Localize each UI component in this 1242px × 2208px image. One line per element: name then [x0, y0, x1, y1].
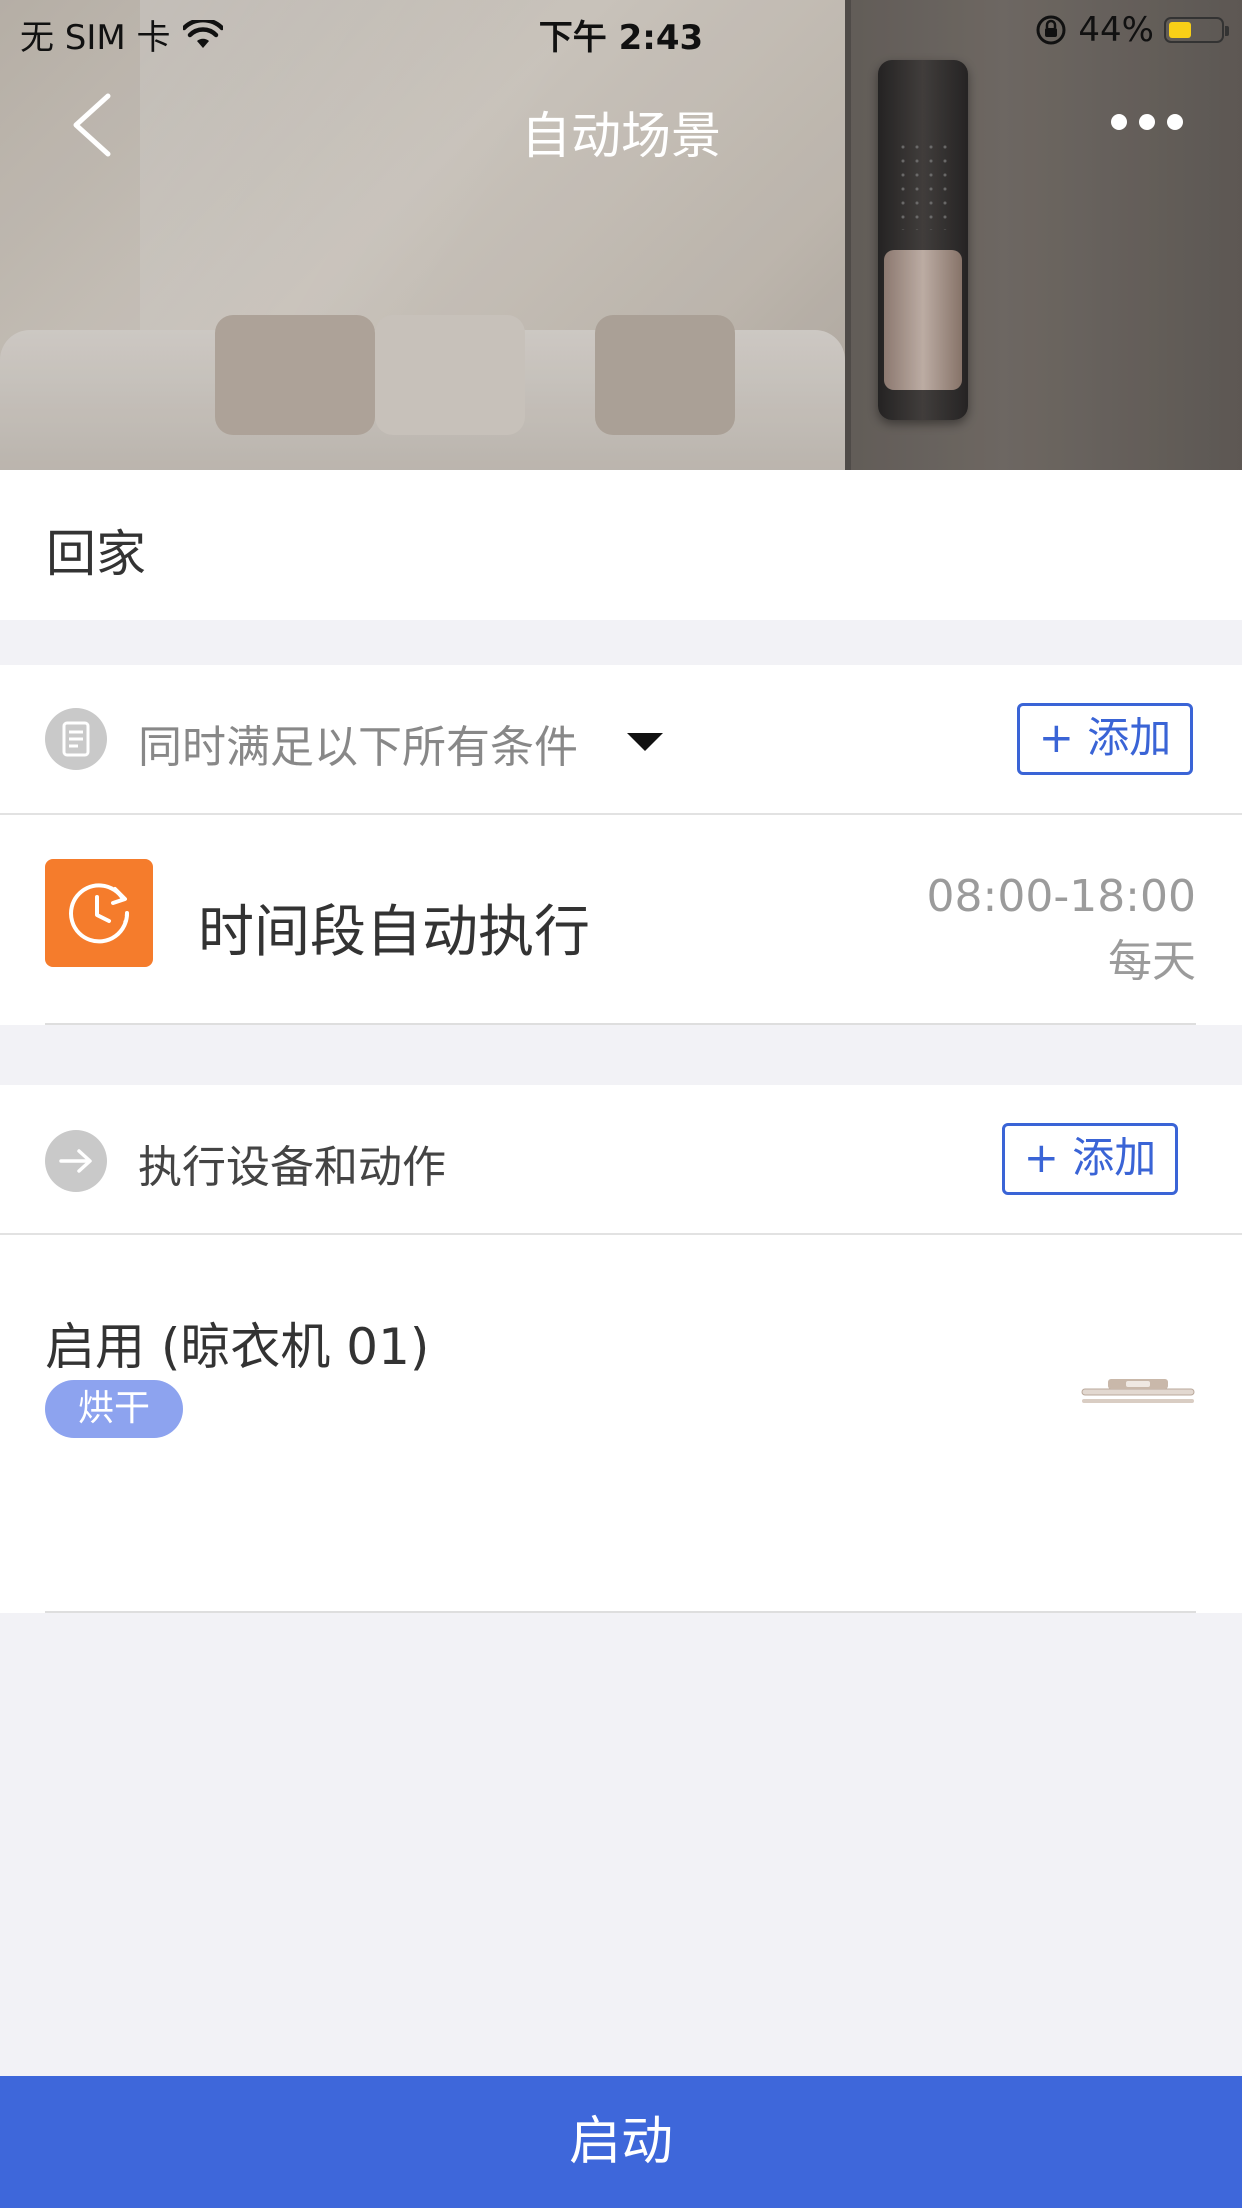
- header-background-image: [0, 0, 1242, 470]
- condition-time-range: 08:00-18:00: [926, 871, 1196, 922]
- actions-header-label: 执行设备和动作: [138, 1142, 446, 1193]
- rotation-lock-icon: [1036, 15, 1066, 45]
- condition-mode-label[interactable]: 同时满足以下所有条件: [138, 711, 578, 775]
- status-right: 44%: [1034, 10, 1229, 50]
- conditions-header: 同时满足以下所有条件 + 添加: [0, 665, 1242, 815]
- nav-bar: 自动场景: [0, 80, 1242, 170]
- actions-header: 执行设备和动作 + 添加: [0, 1085, 1242, 1235]
- divider: [45, 1611, 1196, 1613]
- clock-icon: [45, 859, 153, 967]
- battery-icon: [1164, 17, 1229, 43]
- dropdown-caret-icon[interactable]: [627, 733, 663, 751]
- action-title: 启用 (晾衣机 01): [45, 1318, 430, 1376]
- add-action-button[interactable]: + 添加: [1002, 1123, 1178, 1195]
- add-condition-button[interactable]: + 添加: [1017, 703, 1193, 775]
- battery-percent: 44%: [1078, 10, 1154, 50]
- actions-section: 执行设备和动作 + 添加 启用 (晾衣机 01) 烘干: [0, 1085, 1242, 1613]
- scene-name: 回家: [46, 525, 146, 583]
- arrow-right-icon: [45, 1130, 107, 1192]
- conditions-section: 同时满足以下所有条件 + 添加 时间段自动执行 08:00-18:00 每天: [0, 665, 1242, 1025]
- clothes-dryer-icon: [1081, 1379, 1195, 1403]
- condition-frequency: 每天: [1108, 936, 1196, 987]
- action-item[interactable]: 启用 (晾衣机 01) 烘干: [0, 1235, 1242, 1613]
- divider: [45, 1023, 1196, 1025]
- condition-list-icon: [45, 708, 107, 770]
- start-button[interactable]: 启动: [0, 2076, 1242, 2208]
- page-title: 自动场景: [521, 107, 721, 165]
- image-overlay: [0, 0, 1242, 470]
- scene-name-row[interactable]: 回家: [0, 470, 1242, 620]
- condition-item[interactable]: 时间段自动执行 08:00-18:00 每天: [0, 815, 1242, 1025]
- status-bar: 无 SIM 卡 下午 2:43 44%: [0, 0, 1242, 60]
- battery-fill: [1169, 22, 1191, 38]
- more-options-icon[interactable]: [1102, 102, 1192, 142]
- action-mode-tag: 烘干: [45, 1380, 183, 1438]
- condition-title: 时间段自动执行: [198, 900, 590, 965]
